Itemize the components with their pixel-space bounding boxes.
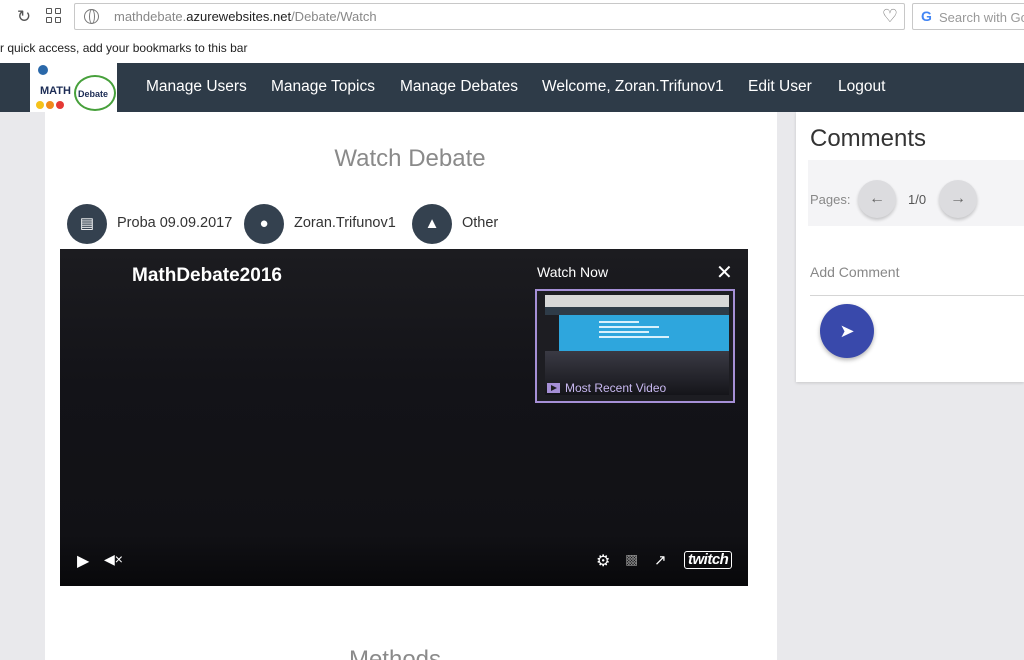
tabs-grid-icon[interactable]	[46, 8, 64, 26]
pages-label: Pages:	[810, 192, 851, 207]
send-comment-button[interactable]: ➤	[820, 304, 874, 358]
paper-plane-icon: ➤	[839, 321, 855, 341]
math-debate-logo[interactable]: MATH Debate	[30, 63, 117, 112]
category-label: Other	[462, 215, 499, 231]
topic-label: Proba 09.09.2017	[117, 215, 233, 231]
top-navbar: MATH Debate Manage Users Manage Topics M…	[0, 63, 1024, 112]
list-icon: ▤	[67, 204, 107, 244]
nav-manage-topics[interactable]: Manage Topics	[271, 78, 375, 96]
methods-heading: Methods	[348, 646, 442, 660]
favorite-heart-icon[interactable]: ♡	[882, 6, 898, 27]
nav-welcome-user[interactable]: Welcome, Zoran.Trifunov1	[542, 78, 724, 96]
arrow-right-icon: →	[950, 190, 966, 207]
nav-manage-debates[interactable]: Manage Debates	[400, 78, 518, 96]
page-count: 1/0	[908, 192, 927, 207]
close-icon[interactable]: ✕	[716, 260, 733, 285]
twitch-logo[interactable]: twitch	[684, 551, 733, 569]
prev-page-button[interactable]: ←	[858, 180, 896, 218]
add-comment-input[interactable]	[810, 240, 1024, 296]
search-placeholder: Search with Goo	[939, 10, 1024, 25]
address-bar[interactable]: mathdebate.azurewebsites.net/Debate/Watc…	[74, 3, 905, 30]
comments-panel: Comments Pages: ← 1/0 → ➤	[796, 112, 1024, 382]
settings-gear-icon[interactable]: ⚙	[596, 551, 610, 571]
page-title: Watch Debate	[334, 145, 486, 172]
nav-manage-users[interactable]: Manage Users	[146, 78, 247, 96]
browser-chrome: ↻ mathdebate.azurewebsites.net/Debate/Wa…	[0, 0, 1024, 63]
bookmarks-bar-hint: r quick access, add your bookmarks to th…	[0, 41, 248, 55]
user-icon: ●	[244, 204, 284, 244]
clip-icon[interactable]: ▩	[625, 551, 638, 568]
graduation-cap-icon: ▲	[412, 204, 452, 244]
channel-name[interactable]: MathDebate2016	[132, 265, 282, 287]
comments-pager: Pages: ← 1/0 →	[808, 160, 1024, 226]
google-icon: G	[921, 8, 932, 24]
most-recent-video-label: Most Recent Video	[565, 381, 667, 395]
fullscreen-icon[interactable]: ↗	[654, 551, 667, 569]
arrow-left-icon: ←	[869, 190, 885, 207]
author-label: Zoran.Trifunov1	[294, 215, 396, 231]
reload-icon[interactable]: ↻	[14, 7, 34, 27]
nav-logout[interactable]: Logout	[838, 78, 885, 96]
search-box[interactable]: G Search with Goo	[912, 3, 1024, 30]
watch-now-label: Watch Now	[537, 264, 609, 280]
recent-video-thumbnail[interactable]: Most Recent Video	[535, 289, 735, 403]
nav-edit-user[interactable]: Edit User	[748, 78, 812, 96]
play-badge-icon	[547, 383, 560, 393]
url-text[interactable]: mathdebate.azurewebsites.net/Debate/Watc…	[114, 9, 377, 24]
mute-icon[interactable]: ◀×	[104, 551, 123, 568]
debate-card: Watch Debate ▤ Proba 09.09.2017 ● Zoran.…	[45, 112, 777, 660]
globe-icon	[84, 9, 99, 24]
comments-title: Comments	[810, 125, 927, 152]
next-page-button[interactable]: →	[939, 180, 977, 218]
video-player[interactable]: MathDebate2016 Watch Now ✕ Most Recent V…	[60, 249, 748, 586]
play-icon[interactable]: ▶	[77, 551, 89, 571]
